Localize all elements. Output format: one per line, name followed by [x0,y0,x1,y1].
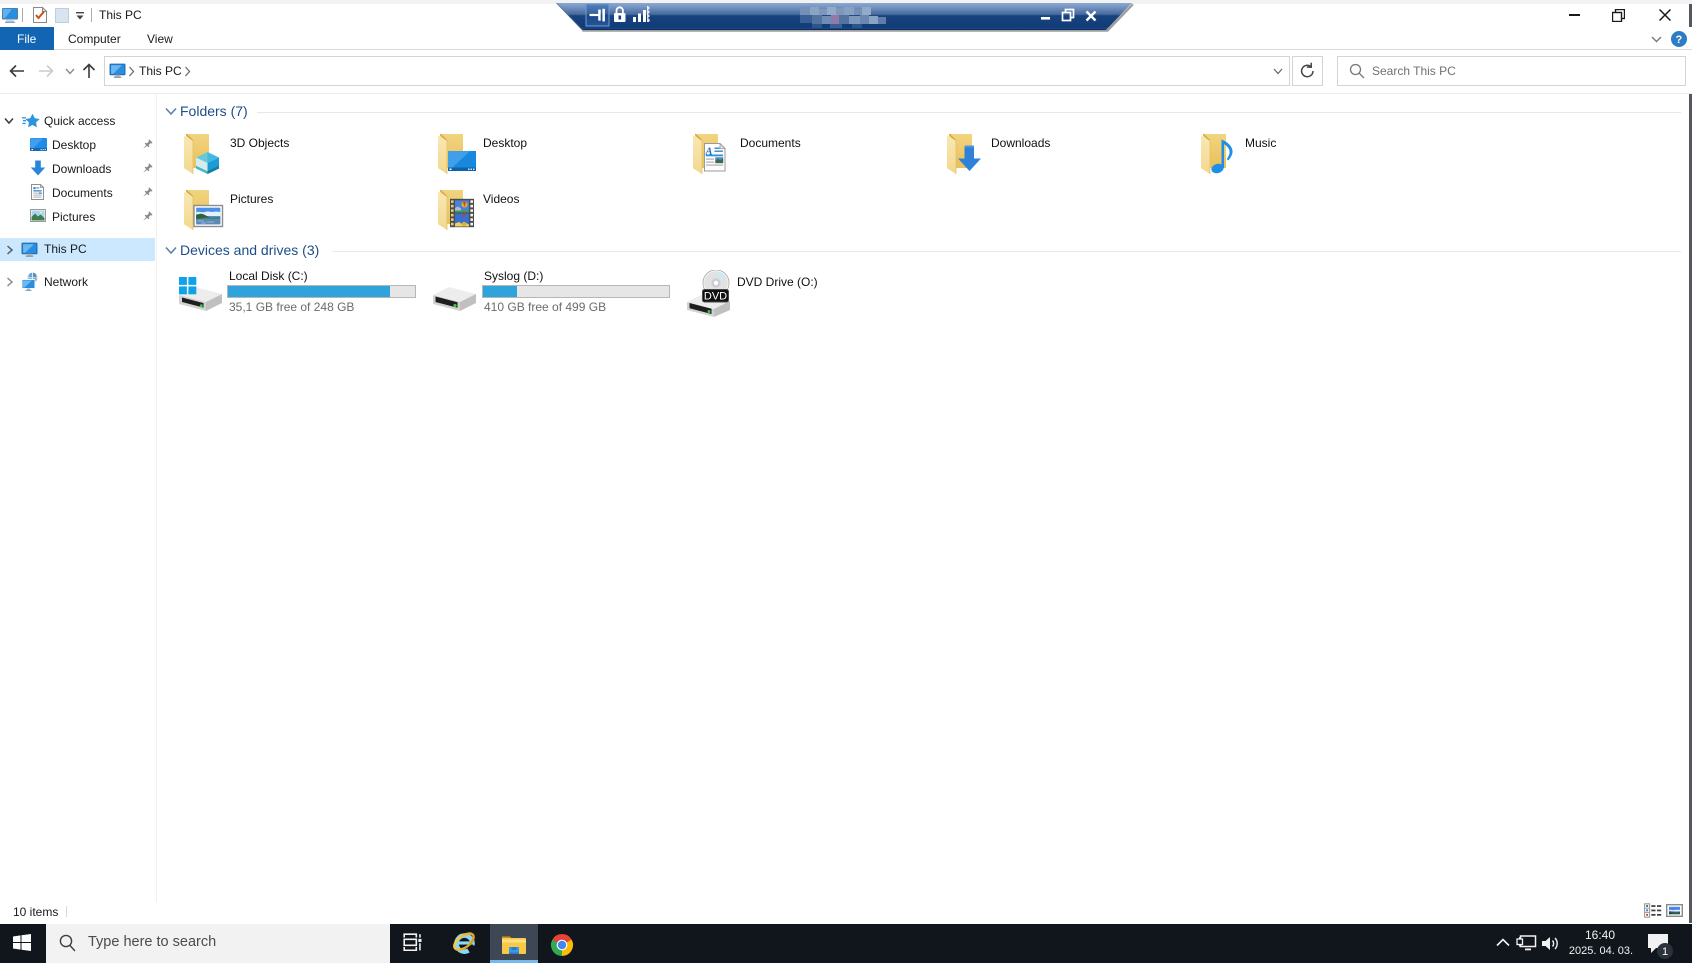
svg-text:1: 1 [1662,946,1668,958]
svg-text:DVD: DVD [704,291,727,303]
